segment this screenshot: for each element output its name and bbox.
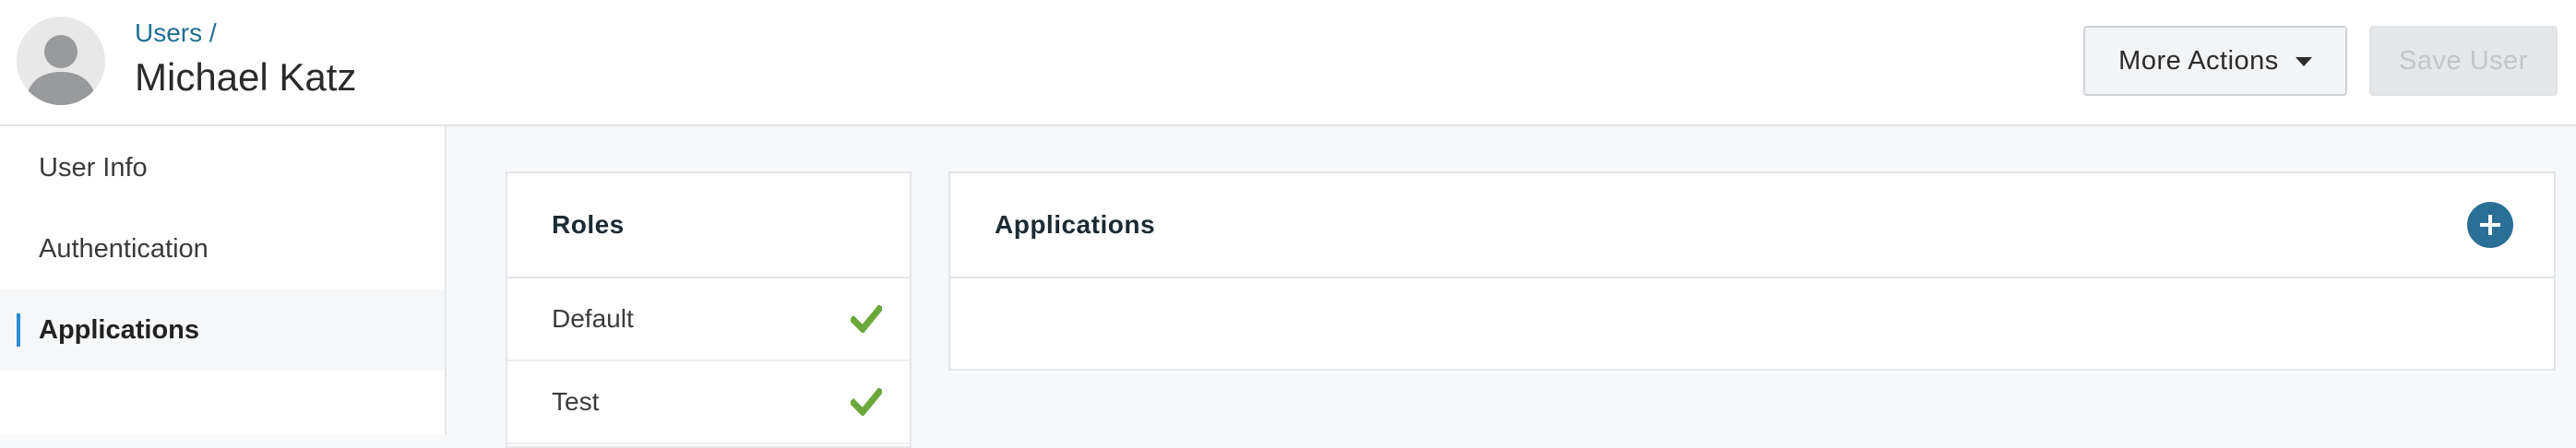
- applications-panel: Applications: [948, 171, 2556, 371]
- roles-panel: Roles Default Test: [506, 171, 912, 448]
- applications-header: Applications: [950, 173, 2554, 278]
- check-icon: [851, 388, 882, 416]
- role-label: Test: [552, 387, 600, 416]
- more-actions-button[interactable]: More Actions: [2083, 26, 2347, 96]
- more-actions-label: More Actions: [2118, 45, 2279, 76]
- applications-title: Applications: [995, 210, 1156, 239]
- caret-down-icon: [2295, 57, 2312, 66]
- roles-title: Roles: [507, 173, 910, 278]
- role-row-test[interactable]: Test: [507, 361, 910, 444]
- role-label: Default: [552, 304, 634, 333]
- breadcrumb-users-link[interactable]: Users /: [135, 18, 217, 49]
- page-header: Users / Michael Katz More Actions Save U…: [0, 0, 2576, 126]
- save-user-button[interactable]: Save User: [2369, 26, 2558, 96]
- sidebar-item-applications[interactable]: Applications: [0, 289, 445, 371]
- role-row-default[interactable]: Default: [507, 278, 910, 361]
- sidebar-item-user-info[interactable]: User Info: [0, 127, 445, 208]
- page-title: Michael Katz: [135, 55, 357, 99]
- sidebar-item-authentication[interactable]: Authentication: [0, 208, 445, 289]
- add-application-plus-icon[interactable]: [2467, 202, 2513, 248]
- check-icon: [851, 305, 882, 333]
- sidebar-nav: User Info Authentication Applications: [0, 126, 447, 435]
- avatar-user-icon: [17, 17, 105, 105]
